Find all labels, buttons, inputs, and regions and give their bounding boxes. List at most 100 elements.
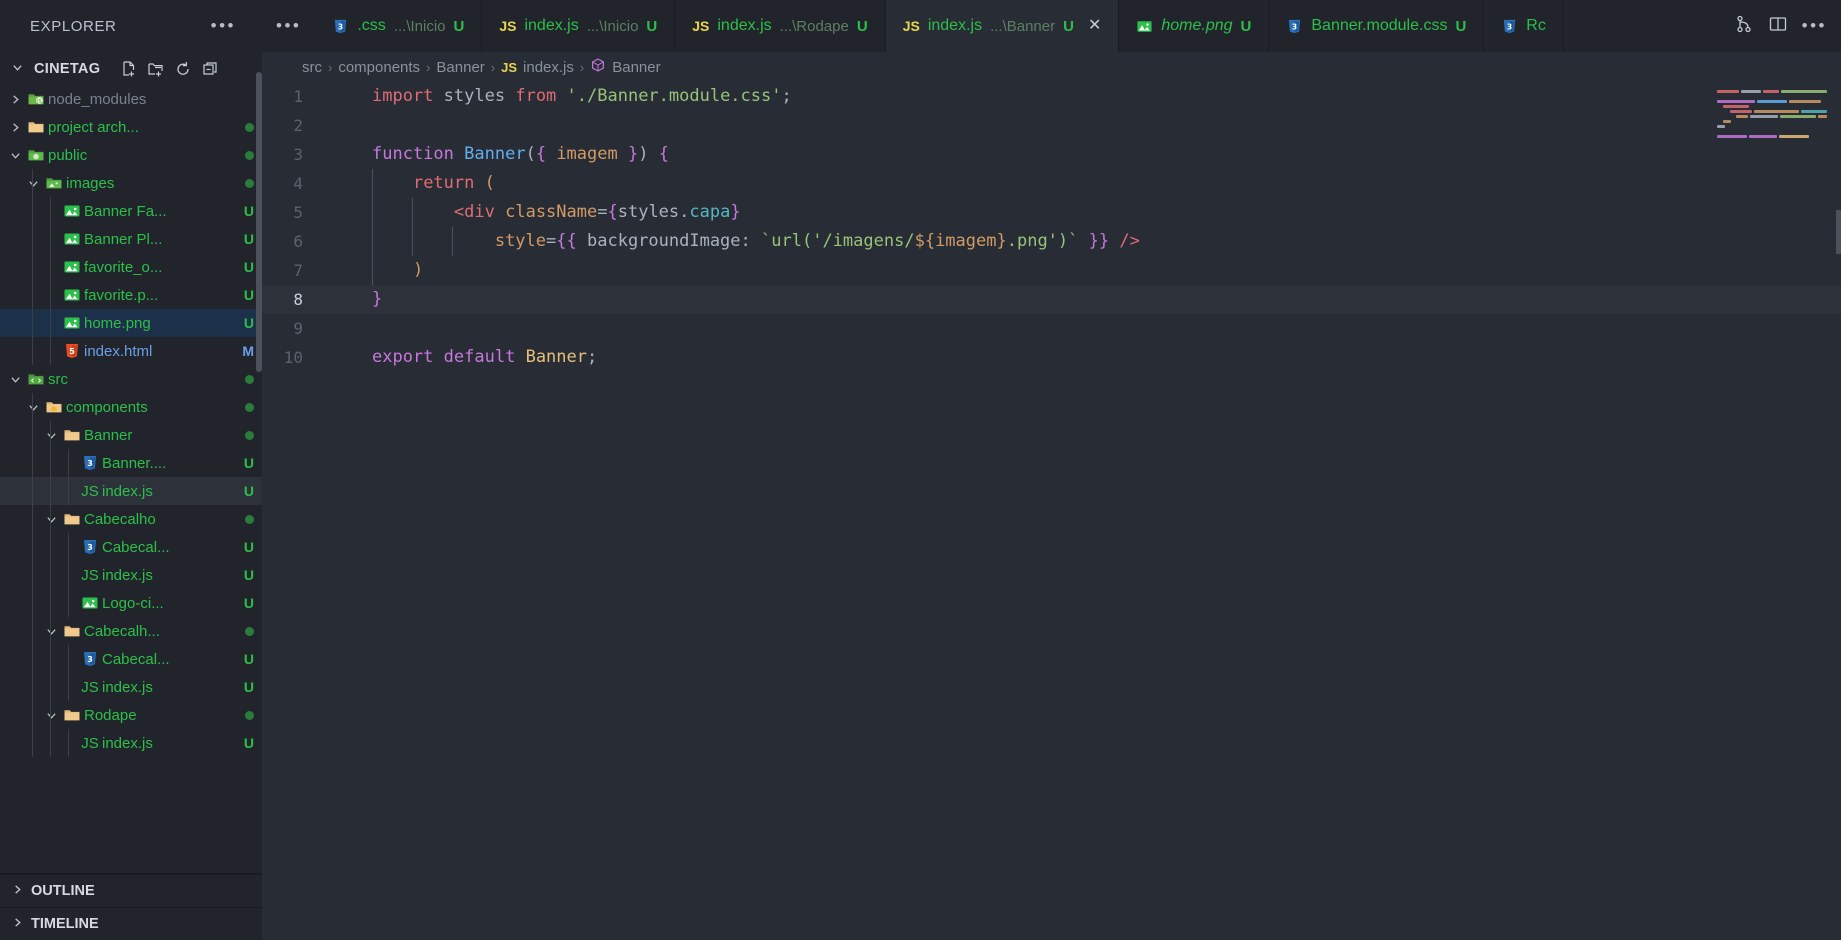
close-icon[interactable]: ✕ — [1088, 18, 1101, 34]
code-line-1[interactable]: 1 import styles from './Banner.module.css… — [262, 82, 1841, 111]
breadcrumb-item-banner[interactable]: Banner — [436, 59, 484, 76]
breadcrumb-item-banner[interactable]: Banner — [590, 57, 661, 77]
breadcrumb-separator: › — [579, 59, 585, 75]
tree-folder-project-arch[interactable]: project arch... — [0, 113, 262, 141]
tree-folder-node-modules[interactable]: JS node_modules — [0, 85, 262, 113]
js-file-icon: JS — [903, 18, 920, 34]
breadcrumb-item-components[interactable]: components — [338, 59, 420, 76]
project-root-header[interactable]: CINETAG — [0, 52, 262, 85]
panel-outline[interactable]: OUTLINE — [0, 874, 262, 907]
source-control-icon[interactable] — [1734, 14, 1754, 39]
explorer-more-actions-icon[interactable]: ••• — [211, 16, 248, 36]
chevron-down-icon[interactable] — [42, 430, 60, 441]
chevron-down-icon[interactable] — [24, 402, 42, 413]
tree-item-label: home.png — [84, 314, 151, 332]
tree-file-cabecal[interactable]: 3 Cabecal... U — [0, 533, 262, 561]
folder-images-icon — [42, 174, 66, 192]
chevron-right-icon[interactable] — [6, 122, 24, 133]
code-line-5[interactable]: 5 <div className={styles.capa} — [262, 198, 1841, 227]
chevron-right-icon[interactable] — [6, 94, 24, 105]
git-status-badge: U — [243, 679, 254, 695]
image-file-icon — [60, 202, 84, 220]
breadcrumb-item-index-js[interactable]: JS index.js — [501, 59, 574, 76]
chevron-down-icon[interactable] — [24, 178, 42, 189]
tree-file-banner[interactable]: 3 Banner.... U — [0, 449, 262, 477]
editor-tab-banner-module-css[interactable]: 3 Banner.module.css U — [1269, 0, 1485, 52]
tree-file-favorite-p[interactable]: favorite.p... U — [0, 281, 262, 309]
tree-file-home-png[interactable]: home.png U — [0, 309, 262, 337]
folder-icon — [60, 622, 84, 640]
chevron-down-icon[interactable] — [6, 374, 24, 385]
editor-tab-index-js[interactable]: JS index.js ...\Banner U ✕ — [885, 0, 1120, 52]
tree-file-index-html[interactable]: 5 index.html M — [0, 337, 262, 365]
js-file-icon: JS — [501, 59, 517, 76]
tree-item-label: Banner Pl... — [84, 230, 163, 248]
css-file-icon: 3 — [1504, 19, 1516, 33]
tab-path: ...\Inicio — [393, 17, 446, 35]
code-line-6[interactable]: 6 style={{ backgroundImage: `url('/image… — [262, 227, 1841, 256]
editor-tab-index-js[interactable]: JS index.js ...\Inicio U — [482, 0, 676, 52]
tree-folder-public[interactable]: public — [0, 141, 262, 169]
file-tree[interactable]: JS node_modules project arch... public image… — [0, 85, 262, 873]
code-line-9[interactable]: 9 — [262, 314, 1841, 343]
editor-tab--css[interactable]: 3 .css ...\Inicio U — [315, 0, 483, 52]
chevron-down-icon[interactable] — [42, 710, 60, 721]
editor-actions-icon[interactable]: ••• — [1802, 16, 1827, 36]
code-line-3[interactable]: 3 function Banner({ imagem }) { — [262, 140, 1841, 169]
tree-file-favorite-o[interactable]: favorite_o... U — [0, 253, 262, 281]
tree-file-index-js[interactable]: JS index.js U — [0, 477, 262, 505]
chevron-down-icon[interactable] — [12, 62, 26, 76]
line-number: 3 — [293, 145, 303, 164]
tree-file-logo-ci[interactable]: Logo-ci... U — [0, 589, 262, 617]
editor-tab-rc[interactable]: 3 Rc — [1484, 0, 1564, 52]
panel-timeline[interactable]: TIMELINE — [0, 907, 262, 940]
git-status-badge: U — [243, 259, 254, 275]
js-file-icon: JS — [78, 483, 102, 500]
breadcrumb-separator: › — [426, 59, 431, 75]
tree-folder-cabecalh[interactable]: Cabecalh... — [0, 617, 262, 645]
refresh-icon[interactable] — [174, 60, 192, 78]
git-status-badge: U — [243, 735, 254, 751]
folder-status-dot — [245, 430, 254, 440]
new-folder-icon[interactable] — [147, 60, 165, 78]
tree-file-banner-pl[interactable]: Banner Pl... U — [0, 225, 262, 253]
git-status-badge: U — [243, 539, 254, 555]
code-line-4[interactable]: 4 return ( — [262, 169, 1841, 198]
code-line-10[interactable]: 10 export default Banner; — [262, 343, 1841, 372]
folder-icon — [60, 426, 84, 444]
tree-file-index-js[interactable]: JS index.js U — [0, 673, 262, 701]
breadcrumb-item-src[interactable]: src — [302, 59, 322, 76]
tree-file-cabecal[interactable]: 3 Cabecal... U — [0, 645, 262, 673]
tree-folder-components[interactable]: components — [0, 393, 262, 421]
new-file-icon[interactable] — [120, 60, 138, 78]
code-line-7[interactable]: 7 ) — [262, 256, 1841, 285]
tree-folder-rodape[interactable]: Rodape — [0, 701, 262, 729]
split-editor-icon[interactable] — [1768, 14, 1788, 39]
tree-folder-cabecalho[interactable]: Cabecalho — [0, 505, 262, 533]
tab-label: Rc — [1526, 17, 1546, 34]
tree-file-banner-fa[interactable]: Banner Fa... U — [0, 197, 262, 225]
tree-folder-banner[interactable]: Banner — [0, 421, 262, 449]
chevron-down-icon[interactable] — [6, 150, 24, 161]
editor-scrollbar[interactable] — [1836, 210, 1841, 254]
editor-tab-bar[interactable]: ••• 3 .css ...\Inicio U JS index.js ...\Inicio U… — [262, 0, 1841, 52]
tab-label: .css — [357, 17, 386, 34]
css-file-icon: 3 — [78, 538, 102, 556]
editor-tab-index-js[interactable]: JS index.js ...\Rodape U — [675, 0, 886, 52]
chevron-down-icon[interactable] — [42, 514, 60, 525]
minimap[interactable] — [1717, 90, 1827, 210]
tree-folder-images[interactable]: images — [0, 169, 262, 197]
minimap-line — [1717, 100, 1827, 103]
code-content[interactable]: 1 import styles from './Banner.module.css… — [262, 82, 1841, 372]
editor-tab-home-png[interactable]: home.png U — [1119, 0, 1270, 52]
code-line-2[interactable]: 2 — [262, 111, 1841, 140]
chevron-down-icon[interactable] — [42, 626, 60, 637]
collapse-all-icon[interactable] — [201, 60, 219, 78]
tree-file-index-js[interactable]: JS index.js U — [0, 729, 262, 757]
tree-folder-src[interactable]: src — [0, 365, 262, 393]
code-line-8[interactable]: 8} — [262, 285, 1841, 314]
tab-overflow-icon[interactable]: ••• — [262, 0, 315, 52]
breadcrumb[interactable]: src › components › Banner › JS index.js › Banner — [262, 52, 1841, 82]
tree-file-index-js[interactable]: JS index.js U — [0, 561, 262, 589]
code-editor[interactable]: 1 import styles from './Banner.module.css… — [262, 82, 1841, 940]
